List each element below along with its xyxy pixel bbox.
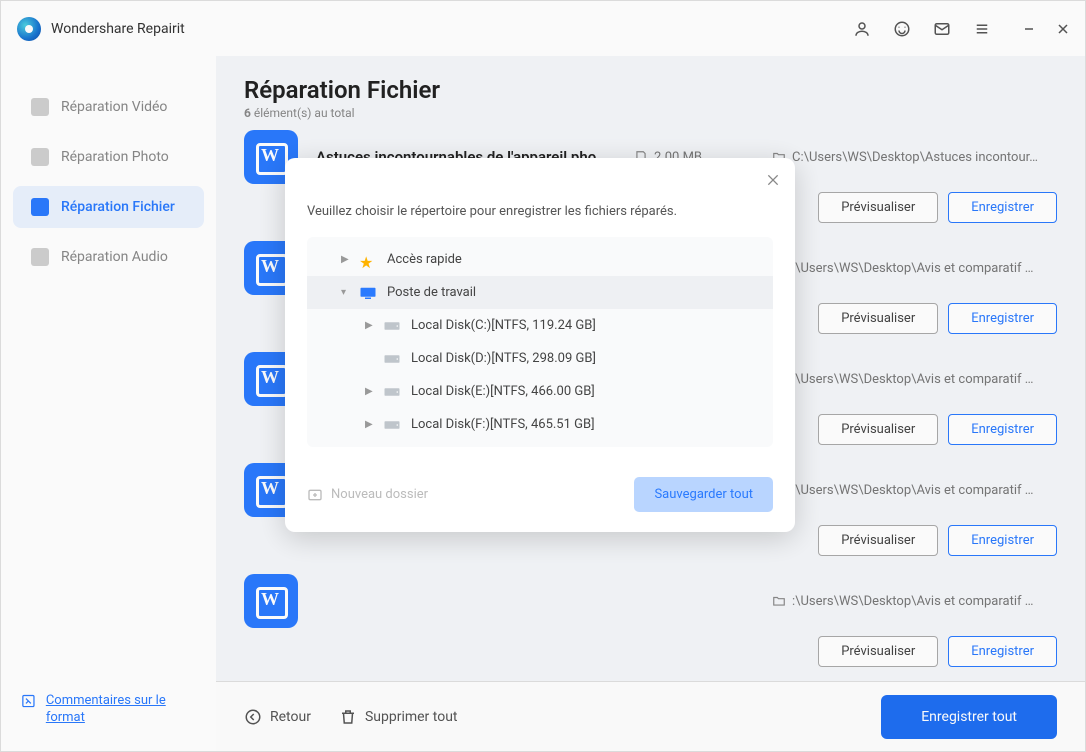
chevron-down-icon: ▾ — [341, 287, 351, 298]
tree-label: Local Disk(D:)[NTFS, 298.09 GB] — [411, 351, 596, 366]
save-location-modal: Veuillez choisir le répertoire pour enre… — [285, 158, 795, 532]
new-folder-label: Nouveau dossier — [331, 487, 428, 502]
tree-label: Accès rapide — [387, 252, 462, 267]
directory-tree: ▶ ★ Accès rapide ▾ Poste de travail ▶ Lo… — [307, 237, 773, 447]
tree-disk-e[interactable]: ▶ Local Disk(E:)[NTFS, 466.00 GB] — [307, 375, 773, 408]
disk-icon — [383, 319, 401, 333]
disk-icon — [383, 352, 401, 366]
tree-label: Local Disk(C:)[NTFS, 119.24 GB] — [411, 318, 596, 333]
close-icon[interactable] — [765, 172, 781, 188]
new-folder-button[interactable]: Nouveau dossier — [307, 487, 428, 503]
chevron-right-icon: ▶ — [341, 254, 351, 265]
chevron-right-icon: ▶ — [365, 320, 375, 331]
tree-quick-access[interactable]: ▶ ★ Accès rapide — [307, 243, 773, 276]
computer-icon — [359, 286, 377, 300]
tree-disk-c[interactable]: ▶ Local Disk(C:)[NTFS, 119.24 GB] — [307, 309, 773, 342]
disk-icon — [383, 418, 401, 432]
tree-disk-f[interactable]: ▶ Local Disk(F:)[NTFS, 465.51 GB] — [307, 408, 773, 441]
modal-overlay: Veuillez choisir le répertoire pour enre… — [0, 0, 1086, 752]
tree-label: Local Disk(E:)[NTFS, 466.00 GB] — [411, 384, 595, 399]
chevron-right-icon: ▶ — [365, 419, 375, 430]
plus-folder-icon — [307, 487, 323, 503]
star-icon: ★ — [359, 253, 377, 267]
modal-message: Veuillez choisir le répertoire pour enre… — [307, 204, 773, 219]
tree-this-pc[interactable]: ▾ Poste de travail — [307, 276, 773, 309]
chevron-right-icon: ▶ — [365, 386, 375, 397]
tree-label: Local Disk(F:)[NTFS, 465.51 GB] — [411, 417, 595, 432]
tree-label: Poste de travail — [387, 285, 476, 300]
tree-disk-d[interactable]: ▶ Local Disk(D:)[NTFS, 298.09 GB] — [307, 342, 773, 375]
save-all-button[interactable]: Sauvegarder tout — [634, 477, 773, 512]
disk-icon — [383, 385, 401, 399]
